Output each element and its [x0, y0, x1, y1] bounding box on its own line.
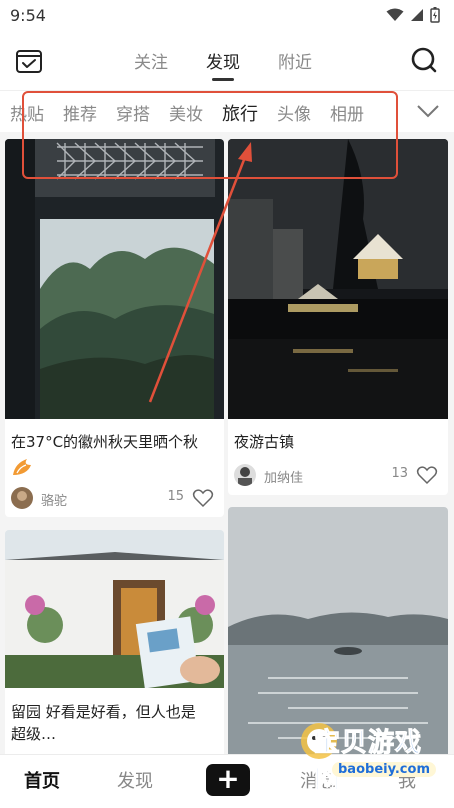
post-meta: 骆驼 15 — [11, 487, 218, 511]
tab-nearby[interactable]: 附近 — [278, 48, 312, 73]
site-watermark: 宝贝游戏网 baobeiy.com — [258, 716, 448, 807]
feed-card[interactable]: 在37°C的徽州秋天里晒个秋 骆驼 15 — [5, 139, 224, 517]
annotation-highlight-box — [22, 91, 398, 179]
post-title: 夜游古镇 — [234, 433, 295, 451]
search-button[interactable] — [410, 46, 438, 74]
tab-follow[interactable]: 关注 — [134, 48, 168, 73]
post-title: 留园 好看是好看，但人也是 — [11, 703, 196, 721]
feed-card[interactable]: 留园 好看是好看，但人也是 超级… — [5, 530, 224, 754]
avatar[interactable] — [11, 487, 33, 509]
like-count: 15 — [167, 489, 184, 504]
status-time: 9:54 — [10, 6, 46, 25]
avatar[interactable] — [234, 464, 256, 486]
battery-icon — [430, 7, 440, 23]
status-icons — [386, 7, 440, 23]
chevron-down-icon — [417, 105, 439, 118]
author-name[interactable]: 骆驼 — [41, 490, 67, 509]
category-more-button[interactable] — [416, 99, 440, 123]
heart-icon[interactable] — [192, 487, 214, 509]
status-bar: 9:54 — [0, 0, 454, 32]
avatar-image — [11, 487, 33, 509]
like-count: 13 — [391, 466, 408, 481]
nav-home[interactable]: 首页 — [24, 767, 60, 793]
calendar-check-button[interactable] — [14, 46, 44, 76]
post-image-night-town — [228, 139, 448, 419]
post-image-garden — [5, 530, 224, 688]
post-title: 在37°C的徽州秋天里晒个秋 — [11, 433, 199, 451]
nav-discover[interactable]: 发现 — [117, 767, 153, 793]
nav-tabs: 关注 发现 附近 — [134, 48, 312, 73]
watermark-text: 宝贝游戏网 — [314, 728, 423, 796]
avatar-image — [234, 464, 256, 486]
feed: 在37°C的徽州秋天里晒个秋 骆驼 15 夜游古镇 加纳佳 13 留园 好看是好… — [0, 132, 454, 754]
heart-icon[interactable] — [416, 464, 438, 486]
watermark-url: baobeiy.com — [332, 762, 436, 777]
tab-discover[interactable]: 发现 — [206, 48, 240, 73]
post-meta: 加纳佳 13 — [234, 464, 442, 488]
wifi-icon — [386, 8, 404, 21]
hot-tag-icon — [13, 459, 31, 475]
create-post-button[interactable]: + — [206, 764, 250, 796]
signal-icon — [411, 9, 423, 21]
top-nav: 关注 发现 附近 — [0, 32, 454, 90]
post-image-window-view — [5, 139, 224, 419]
search-icon — [411, 47, 437, 73]
post-title-continued: 超级… — [11, 725, 57, 743]
calendar-check-icon — [16, 50, 42, 73]
author-name[interactable]: 加纳佳 — [264, 467, 303, 486]
feed-card[interactable]: 夜游古镇 加纳佳 13 — [228, 139, 448, 495]
